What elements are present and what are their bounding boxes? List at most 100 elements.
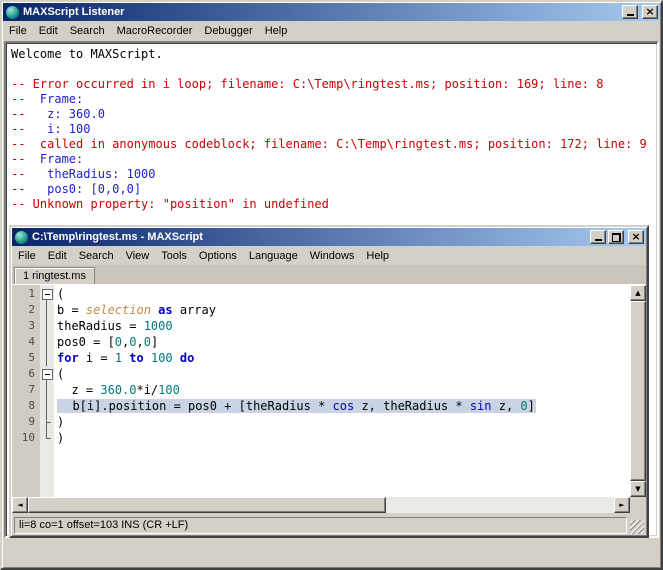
line-number: 1 bbox=[28, 287, 35, 300]
editor-statusbar: li=8 co=1 offset=103 INS (CR +LF) bbox=[12, 513, 646, 535]
menu-item-edit[interactable]: Edit bbox=[42, 248, 73, 264]
listener-line: -- Error occurred in i loop; filename: C… bbox=[11, 77, 604, 91]
editor-menubar: File Edit Search View Tools Options Language Wi… bbox=[12, 247, 646, 265]
tab-ringtest[interactable]: 1 ringtest.ms bbox=[14, 267, 95, 284]
minimize-icon bbox=[594, 239, 602, 241]
resize-grip[interactable] bbox=[630, 520, 644, 534]
code-line[interactable]: 3 theRadius = 1000 bbox=[12, 318, 630, 334]
scroll-down-icon: ▼ bbox=[635, 484, 641, 493]
fold-guide bbox=[40, 414, 54, 430]
code-text: ( bbox=[57, 367, 65, 381]
editor-restore-button[interactable] bbox=[608, 230, 624, 244]
editor-minimize-button[interactable] bbox=[590, 230, 606, 244]
editor-code[interactable]: 1(2 b = selection as array 3 theRadius = 10… bbox=[12, 285, 630, 497]
scroll-down-button[interactable]: ▼ bbox=[630, 481, 646, 497]
maxscript-icon bbox=[15, 230, 28, 244]
status-text: li=8 co=1 offset=103 INS (CR +LF) bbox=[14, 516, 627, 534]
editor-tabstrip: 1 ringtest.ms bbox=[12, 265, 646, 285]
vertical-scroll-thumb[interactable] bbox=[630, 301, 646, 481]
code-text: b = selection as array bbox=[57, 303, 216, 317]
fold-guide bbox=[40, 318, 54, 334]
horizontal-scroll-thumb[interactable] bbox=[28, 497, 387, 513]
editor-area: 1(2 b = selection as array 3 theRadius = 10… bbox=[12, 285, 646, 513]
menu-item-options[interactable]: Options bbox=[193, 248, 243, 264]
minimize-icon bbox=[626, 14, 634, 16]
menu-item-search[interactable]: Search bbox=[73, 248, 120, 264]
line-number: 2 bbox=[28, 303, 35, 316]
fold-toggle-icon[interactable] bbox=[40, 286, 54, 302]
fold-guide bbox=[40, 398, 54, 414]
menu-item-view[interactable]: View bbox=[120, 248, 156, 264]
listener-menubar: File Edit Search MacroRecorder Debugger Help bbox=[3, 22, 660, 40]
code-line[interactable]: 5 for i = 1 to 100 do bbox=[12, 350, 630, 366]
code-line[interactable]: 10) bbox=[12, 430, 630, 446]
vertical-scrollbar[interactable]: ▲ ▼ bbox=[630, 285, 646, 497]
maxscript-icon bbox=[6, 5, 19, 19]
editor-window: C:\Temp\ringtest.ms - MAXScript × File Ed… bbox=[9, 225, 649, 538]
scroll-up-icon: ▲ bbox=[635, 288, 641, 297]
code-text: ) bbox=[57, 431, 65, 445]
line-number: 5 bbox=[28, 351, 35, 364]
listener-minimize-button[interactable] bbox=[622, 5, 638, 19]
code-line[interactable]: 9) bbox=[12, 414, 630, 430]
menu-item-file[interactable]: File bbox=[3, 23, 33, 39]
restore-icon bbox=[611, 232, 621, 242]
code-text: pos0 = [0,0,0] bbox=[57, 335, 159, 349]
menu-item-debugger[interactable]: Debugger bbox=[198, 23, 258, 39]
code-line[interactable]: 7 z = 360.0*i/100 bbox=[12, 382, 630, 398]
menu-item-macrorecorder[interactable]: MacroRecorder bbox=[111, 23, 199, 39]
listener-line: -- Frame: bbox=[11, 92, 84, 106]
code-line[interactable]: 1( bbox=[12, 286, 630, 302]
code-text: for i = 1 to 100 do bbox=[57, 351, 195, 365]
code-line[interactable]: 8 b[i].position = pos0 + [theRadius * co… bbox=[12, 398, 630, 414]
fold-guide bbox=[40, 350, 54, 366]
scroll-left-button[interactable]: ◄ bbox=[12, 497, 28, 513]
menu-item-language[interactable]: Language bbox=[243, 248, 304, 264]
code-line[interactable]: 6( bbox=[12, 366, 630, 382]
menu-item-help[interactable]: Help bbox=[259, 23, 294, 39]
line-number: 10 bbox=[21, 431, 35, 444]
listener-line bbox=[11, 62, 652, 77]
menu-item-search[interactable]: Search bbox=[64, 23, 111, 39]
line-number: 7 bbox=[28, 383, 35, 396]
code-line[interactable]: 2 b = selection as array bbox=[12, 302, 630, 318]
scroll-left-icon: ◄ bbox=[17, 500, 23, 509]
highlighted-line: b[i].position = pos0 + [theRadius * cos … bbox=[57, 399, 536, 413]
menu-item-file[interactable]: File bbox=[12, 248, 42, 264]
line-number: 4 bbox=[28, 335, 35, 348]
menu-item-help[interactable]: Help bbox=[360, 248, 395, 264]
fold-guide bbox=[40, 382, 54, 398]
listener-line: -- Frame: bbox=[11, 152, 84, 166]
code-text: z = 360.0*i/100 bbox=[57, 383, 180, 397]
fold-guide bbox=[40, 334, 54, 350]
line-number: 6 bbox=[28, 367, 35, 380]
listener-line: -- i: 100 bbox=[11, 122, 91, 136]
code-text: ( bbox=[57, 287, 65, 301]
editor-titlebar[interactable]: C:\Temp\ringtest.ms - MAXScript × bbox=[12, 228, 646, 246]
listener-line: -- theRadius: 1000 bbox=[11, 167, 156, 181]
code-line[interactable]: 4 pos0 = [0,0,0] bbox=[12, 334, 630, 350]
menu-item-tools[interactable]: Tools bbox=[155, 248, 193, 264]
scroll-right-icon: ► bbox=[619, 500, 625, 509]
line-number: 8 bbox=[28, 399, 35, 412]
fold-guide bbox=[40, 302, 54, 318]
editor-close-button[interactable]: × bbox=[628, 230, 644, 244]
menu-item-edit[interactable]: Edit bbox=[33, 23, 64, 39]
menu-item-windows[interactable]: Windows bbox=[304, 248, 361, 264]
listener-titlebar[interactable]: MAXScript Listener × bbox=[3, 3, 660, 21]
listener-line: -- called in anonymous codeblock; filena… bbox=[11, 137, 647, 151]
code-text: b[i].position = pos0 + [theRadius * cos … bbox=[54, 398, 536, 414]
listener-line: -- z: 360.0 bbox=[11, 107, 105, 121]
listener-close-button[interactable]: × bbox=[642, 5, 658, 19]
close-icon: × bbox=[631, 229, 641, 243]
scroll-right-button[interactable]: ► bbox=[614, 497, 630, 513]
line-number: 3 bbox=[28, 319, 35, 332]
fold-toggle-icon[interactable] bbox=[40, 366, 54, 382]
editor-title: C:\Temp\ringtest.ms - MAXScript bbox=[32, 231, 203, 243]
maxscript-listener-window: MAXScript Listener × File Edit Search Macro… bbox=[0, 0, 663, 570]
listener-line: -- pos0: [0,0,0] bbox=[11, 182, 142, 196]
scroll-up-button[interactable]: ▲ bbox=[630, 285, 646, 301]
listener-text: Welcome to MAXScript. -- Error occurred … bbox=[6, 43, 657, 216]
listener-line: -- Unknown property: "position" in undef… bbox=[11, 197, 329, 211]
horizontal-scrollbar[interactable]: ◄ ► bbox=[12, 497, 630, 513]
